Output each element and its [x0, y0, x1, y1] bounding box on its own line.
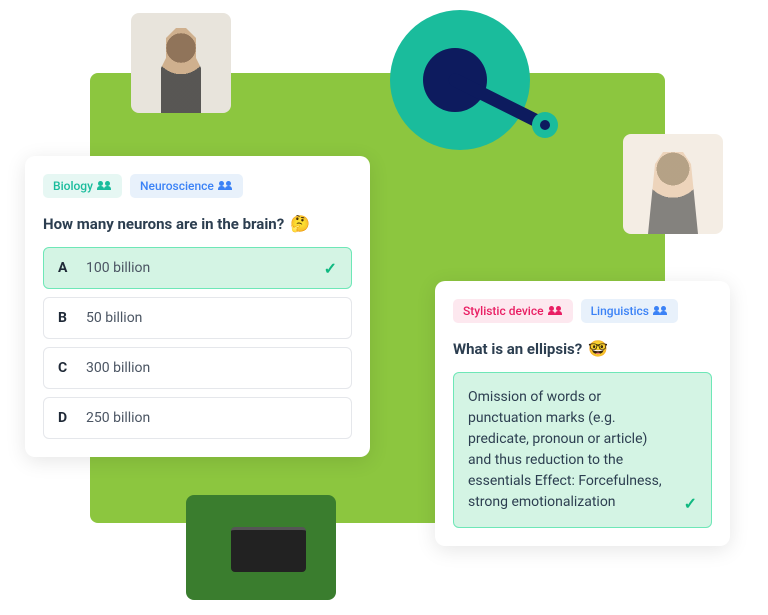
option-letter: D — [58, 410, 86, 426]
people-icon — [98, 181, 112, 191]
tag-label: Neuroscience — [140, 179, 214, 193]
option-text: 250 billion — [86, 410, 150, 426]
tag-label: Stylistic device — [463, 304, 544, 318]
option-letter: C — [58, 360, 86, 376]
question-label: What is an ellipsis? — [453, 340, 582, 358]
user-avatar-2 — [623, 134, 723, 234]
user-photo-laptop — [186, 495, 336, 600]
tag-row: Biology Neuroscience — [43, 174, 352, 198]
question-label: How many neurons are in the brain? — [43, 215, 284, 233]
option-b[interactable]: B 50 billion — [43, 297, 352, 339]
nerd-emoji: 🤓 — [588, 339, 608, 358]
answer-box: Omission of words or punctuation marks (… — [453, 372, 712, 528]
checkmark-icon: ✓ — [324, 259, 337, 278]
tag-linguistics[interactable]: Linguistics — [581, 299, 678, 323]
option-a[interactable]: A 100 billion ✓ — [43, 247, 352, 289]
question-text: What is an ellipsis? 🤓 — [453, 339, 712, 358]
option-text: 50 billion — [86, 310, 142, 326]
option-text: 100 billion — [86, 260, 150, 276]
option-letter: B — [58, 310, 86, 326]
quiz-card-neurons: Biology Neuroscience How many neurons ar… — [25, 156, 370, 457]
option-d[interactable]: D 250 billion — [43, 397, 352, 439]
people-icon — [654, 306, 668, 316]
checkmark-icon: ✓ — [684, 492, 697, 516]
option-c[interactable]: C 300 billion — [43, 347, 352, 389]
tag-label: Biology — [53, 179, 93, 193]
tag-biology[interactable]: Biology — [43, 174, 122, 198]
people-icon — [549, 306, 563, 316]
people-icon — [219, 181, 233, 191]
tag-neuroscience[interactable]: Neuroscience — [130, 174, 243, 198]
user-avatar-1 — [131, 13, 231, 113]
option-letter: A — [58, 260, 86, 276]
answer-text: Omission of words or punctuation marks (… — [468, 389, 662, 510]
options-list: A 100 billion ✓ B 50 billion C 300 billi… — [43, 247, 352, 439]
thinking-emoji: 🤔 — [290, 214, 310, 233]
brand-logo-shape — [370, 10, 570, 170]
question-text: How many neurons are in the brain? 🤔 — [43, 214, 352, 233]
tag-label: Linguistics — [591, 304, 649, 318]
quiz-card-ellipsis: Stylistic device Linguistics What is an … — [435, 281, 730, 546]
tag-stylistic-device[interactable]: Stylistic device — [453, 299, 573, 323]
option-text: 300 billion — [86, 360, 150, 376]
tag-row: Stylistic device Linguistics — [453, 299, 712, 323]
